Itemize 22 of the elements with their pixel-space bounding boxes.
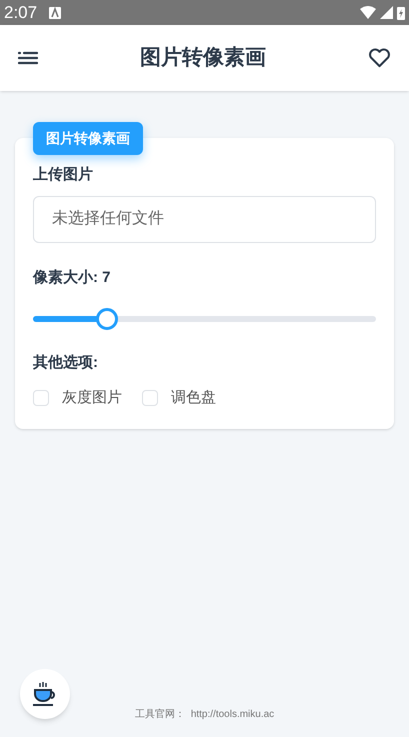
- checkbox-label: 灰度图片: [62, 388, 122, 408]
- pixel-size-label: 像素大小: 7: [33, 268, 112, 288]
- website-link[interactable]: http://tools.miku.ac: [190, 707, 274, 722]
- battery-icon: [397, 6, 405, 20]
- options-label: 其他选项:: [33, 353, 99, 373]
- menu-icon[interactable]: [18, 51, 38, 65]
- heart-icon[interactable]: [368, 48, 391, 68]
- coffee-button[interactable]: [20, 669, 70, 719]
- signal-icon: [380, 6, 393, 19]
- card-badge: 图片转像素画: [33, 122, 143, 155]
- wifi-icon: [360, 6, 376, 19]
- notification-icon: [49, 6, 62, 18]
- checkbox[interactable]: [33, 390, 49, 406]
- coffee-cup-icon: [32, 681, 58, 707]
- checkbox-label: 调色盘: [171, 388, 216, 408]
- footer-label: 工具官网：: [134, 708, 185, 722]
- page-title: 图片转像素画: [140, 45, 266, 72]
- checkbox[interactable]: [142, 390, 158, 406]
- file-input[interactable]: 未选择任何文件: [33, 196, 376, 242]
- slider-thumb[interactable]: [96, 308, 118, 330]
- status-time: 2:07: [4, 2, 38, 24]
- upload-label: 上传图片: [33, 165, 94, 185]
